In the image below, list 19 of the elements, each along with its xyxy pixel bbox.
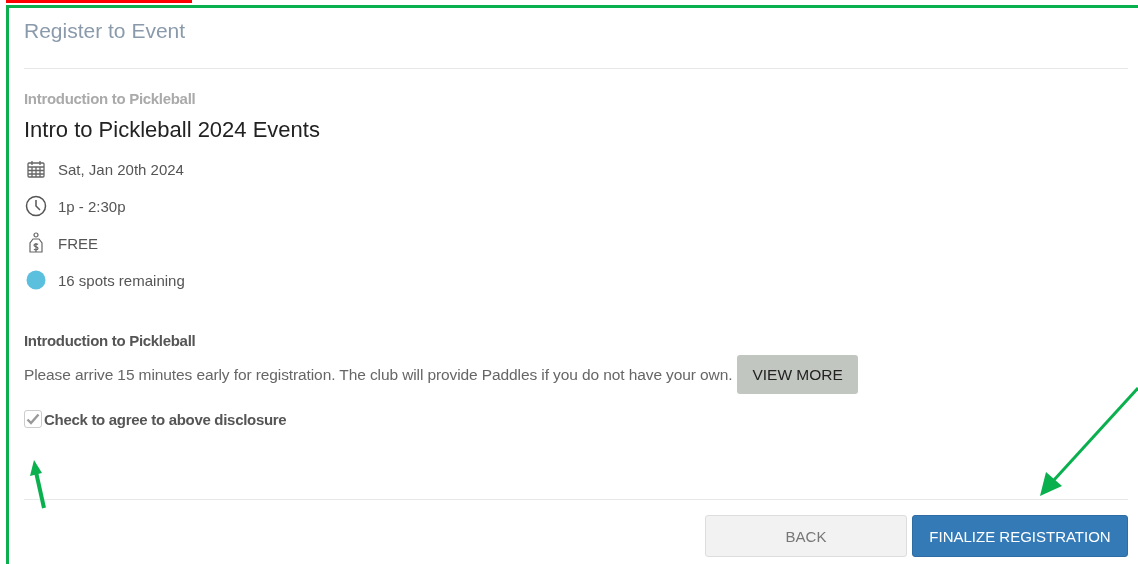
calendar-icon [26, 159, 46, 179]
event-name: Intro to Pickleball 2024 Events [24, 117, 321, 143]
detail-text: Sat, Jan 20th 2024 [58, 160, 184, 178]
view-more-button[interactable]: VIEW MORE [737, 355, 858, 394]
event-category: Introduction to Pickleball [24, 89, 197, 109]
clock-icon [25, 195, 47, 217]
detail-text: FREE [58, 234, 98, 252]
dialog-title: Register to Event [24, 18, 186, 44]
agree-label: Check to agree to above disclosure [44, 410, 287, 428]
price-tag-icon [28, 232, 44, 254]
agree-checkbox[interactable] [24, 410, 42, 428]
status-dot-icon [26, 270, 46, 290]
detail-text: 16 spots remaining [58, 271, 185, 289]
description-text: Please arrive 15 minutes early for registration. The club will provide Paddles if you do not have your own. [24, 365, 733, 384]
description-heading: Introduction to Pickleball [24, 332, 197, 349]
check-icon [26, 413, 40, 425]
back-button[interactable]: BACK [705, 515, 907, 557]
detail-text: 1p - 2:30p [58, 197, 126, 215]
finalize-button[interactable]: FINALIZE REGISTRATION [912, 515, 1128, 557]
